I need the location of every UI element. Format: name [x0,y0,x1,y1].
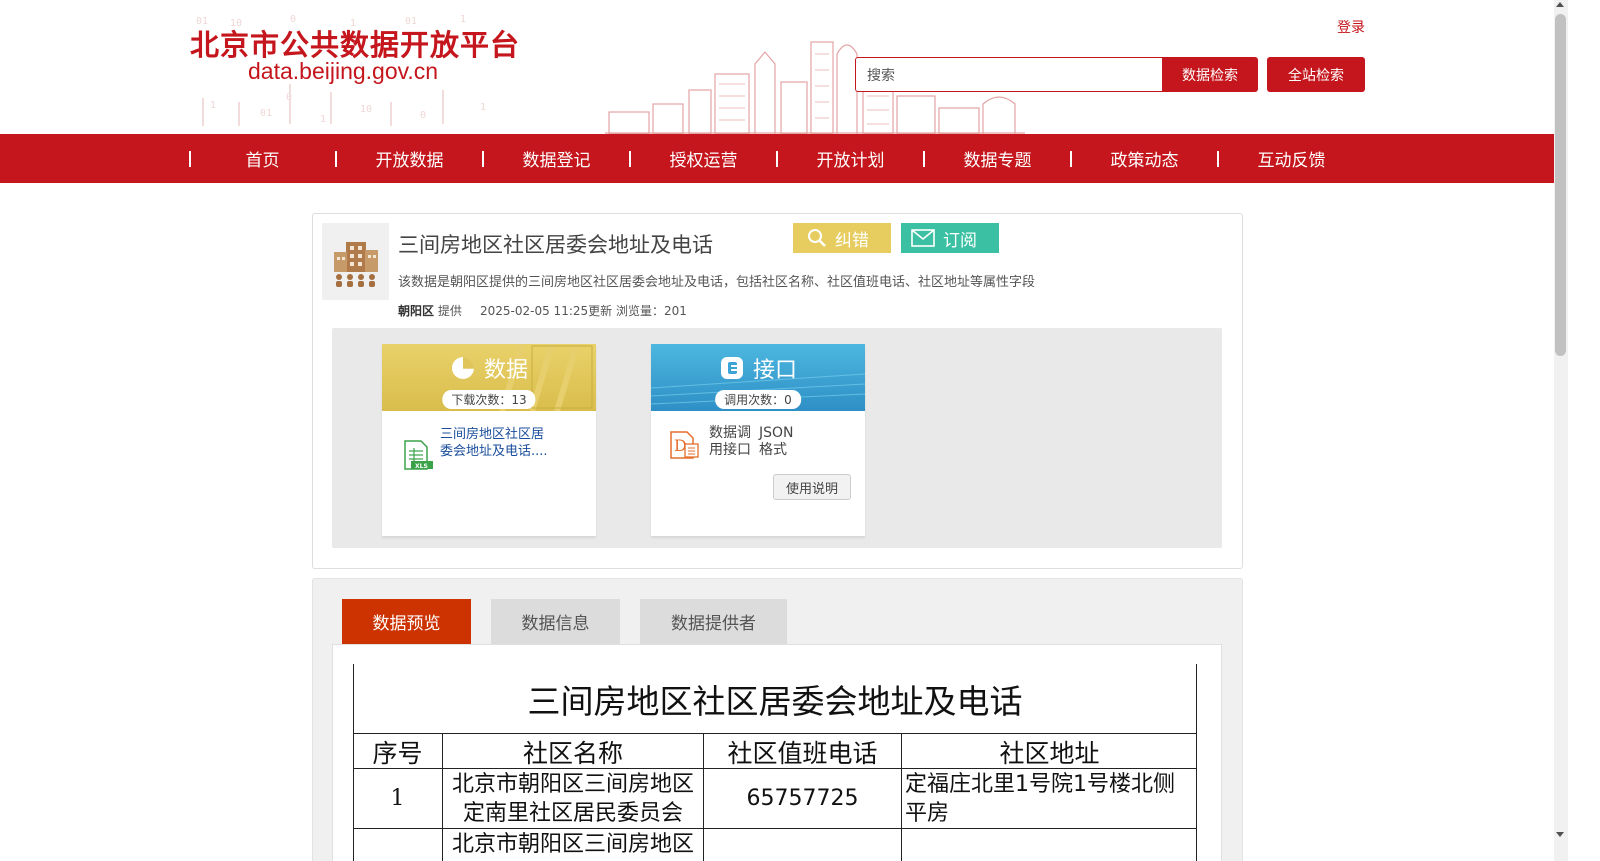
dataset-description: 该数据是朝阳区提供的三间房地区社区居委会地址及电话，包括社区名称、社区值班电话、… [398,275,1036,290]
column-header: 社区地址 [999,739,1100,768]
usage-guide-button[interactable]: 使用说明 [773,474,851,500]
nav-separator [189,151,191,167]
nav-item-data-topics[interactable]: 数据专题 [924,134,1071,183]
nav-item-authorized-operation[interactable]: 授权运营 [630,134,777,183]
column-header: 社区名称 [522,739,623,768]
site-search-button[interactable]: 全站检索 [1267,57,1365,92]
nav-separator [482,151,484,167]
report-error-button[interactable]: 纠错 [793,223,891,253]
svg-text:1: 1 [480,102,486,113]
tab-data-info[interactable]: 数据信息 [491,599,620,644]
api-resource-header: 接口 调用次数：0 [651,344,865,411]
nav-item-open-data[interactable]: 开放数据 [336,134,483,183]
scroll-down-arrow-icon[interactable] [1556,832,1564,837]
nav-separator [923,151,925,167]
dataset-updated: 2025-02-05 11:25更新 [480,304,613,318]
api-format: JSON格式 [759,425,794,458]
nav-item-open-plan[interactable]: 开放计划 [777,134,924,183]
nav-separator [1217,151,1219,167]
svg-text:0: 0 [420,110,426,121]
provider-suffix: 提供 [437,304,462,318]
dataset-provider: 朝阳区 提供 [398,302,462,319]
report-error-label: 纠错 [835,230,869,251]
nav-item-feedback[interactable]: 互动反馈 [1218,134,1365,183]
nav-item-data-registration[interactable]: 数据登记 [483,134,630,183]
column-header: 序号 [372,739,423,768]
column-header: 社区值班电话 [727,739,878,768]
data-file-link[interactable]: 三间房地区社区居委会地址及电话.... [440,426,550,460]
xls-file-icon: XLS [404,440,433,470]
table-cell: 定福庄北里1号院1号楼北侧平房 [905,771,1175,826]
magnifier-icon [808,229,826,247]
download-count: 下载次数：13 [442,390,536,409]
sheet-title: 三间房地区社区居委会地址及电话 [527,682,1023,721]
nav-item-policy-news[interactable]: 政策动态 [1071,134,1218,183]
api-icon [720,357,743,379]
tab-data-provider[interactable]: 数据提供者 [640,599,787,644]
mail-icon [911,229,935,247]
scrollbar-thumb[interactable] [1555,14,1566,356]
login-link[interactable]: 登录 [1337,17,1365,37]
data-search-button[interactable]: 数据检索 [1162,57,1258,92]
svg-text:1: 1 [210,100,216,111]
document-api-icon: D [670,431,699,459]
nav-separator [1070,151,1072,167]
svg-text:01: 01 [260,108,272,119]
dataset-views: 浏览量：201 [616,304,687,318]
table-cell: 北京市朝阳区三间房地区定南里社区居民委员会 [451,771,694,826]
pie-chart-icon [451,357,474,379]
site-url: data.beijing.gov.cn [248,58,439,84]
api-resource-card: 接口 调用次数：0 D 数据调用接口 JSON格式 使用说明 [651,344,865,536]
nav-item-home[interactable]: 首页 [189,134,336,183]
provider-name: 朝阳区 [398,304,435,318]
svg-text:XLS: XLS [415,463,428,470]
table-cell: 1 [390,786,405,811]
search-input[interactable] [855,57,1163,92]
data-resource-card: 数据 下载次数：13 XLS 三间房地区社区居委会地址及电话.... [382,344,596,536]
subscribe-button[interactable]: 订阅 [901,223,999,253]
site-header: 011001011 101011001 北京市公共数据开放平台 data.bei… [0,0,1584,134]
svg-text:10: 10 [360,104,372,115]
nav-separator [335,151,337,167]
nav-separator [629,151,631,167]
data-resource-title: 数据 [483,358,528,383]
scroll-up-arrow-icon[interactable] [1556,2,1564,7]
tab-data-preview[interactable]: 数据预览 [342,599,471,644]
buildings-icon [322,223,389,300]
nav-separator [776,151,778,167]
data-resource-header: 数据 下载次数：13 [382,344,596,411]
table-cell: 北京市朝阳区三间房地区 [451,831,694,857]
table-cell: 65757725 [746,786,859,811]
api-resource-title: 接口 [752,358,797,383]
dataset-title: 三间房地区社区居委会地址及电话 [398,233,713,257]
subscribe-label: 订阅 [943,230,977,251]
call-count: 调用次数：0 [715,390,801,409]
page: 011001011 101011001 北京市公共数据开放平台 data.bei… [0,0,1600,861]
api-name: 数据调用接口 [709,425,751,458]
svg-text:1: 1 [320,114,326,125]
